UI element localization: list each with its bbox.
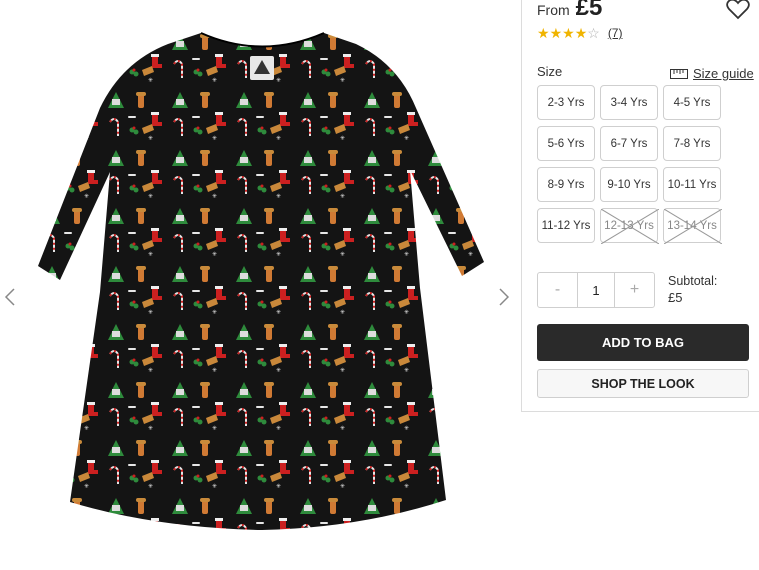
chevron-right-icon xyxy=(499,288,510,306)
quantity-input[interactable]: 1 xyxy=(577,273,615,307)
subtotal: Subtotal: £5 xyxy=(668,274,717,305)
star-filled-icon: ★ xyxy=(562,25,575,41)
size-option[interactable]: 11-12 Yrs xyxy=(537,208,595,243)
size-option[interactable]: 8-9 Yrs xyxy=(537,167,595,202)
star-empty-icon: ☆ xyxy=(587,25,600,41)
product-purchase-panel: From £5 ★ ★ ★ ★ ☆ (7) Size Size guide 2-… xyxy=(521,0,759,412)
cross-out-icon xyxy=(664,209,722,244)
product-image: ✳ xyxy=(38,32,484,530)
size-option[interactable]: 10-11 Yrs xyxy=(663,167,721,202)
price-prefix: From xyxy=(537,2,570,18)
next-image-arrow[interactable] xyxy=(496,285,512,309)
size-option[interactable]: 4-5 Yrs xyxy=(663,85,721,120)
size-option[interactable]: 5-6 Yrs xyxy=(537,126,595,161)
subtotal-label: Subtotal: xyxy=(668,274,718,288)
size-guide-link[interactable]: Size guide xyxy=(670,66,754,81)
review-count-link[interactable]: (7) xyxy=(608,26,623,40)
add-to-bag-button[interactable]: ADD TO BAG xyxy=(537,324,749,361)
size-label: Size xyxy=(537,64,563,79)
wishlist-button[interactable] xyxy=(726,0,750,20)
quantity-increase-button[interactable]: + xyxy=(615,273,654,307)
previous-image-arrow[interactable] xyxy=(2,285,18,309)
quantity-stepper: - 1 + xyxy=(537,272,655,308)
size-option[interactable]: 7-8 Yrs xyxy=(663,126,721,161)
shop-the-look-button[interactable]: SHOP THE LOOK xyxy=(537,369,749,398)
quantity-decrease-button[interactable]: - xyxy=(538,273,577,307)
star-filled-icon: ★ xyxy=(537,25,550,41)
star-filled-icon: ★ xyxy=(574,25,588,41)
product-price: £5 xyxy=(575,0,603,21)
size-option[interactable]: 6-7 Yrs xyxy=(600,126,658,161)
star-filled-icon: ★ xyxy=(549,25,563,41)
ruler-icon xyxy=(670,68,688,79)
size-option-unavailable[interactable]: 13-14 Yrs xyxy=(663,208,722,244)
product-page: ✳ From £5 ★ ★ ★ ★ ☆ xyxy=(0,0,759,570)
subtotal-value: £5 xyxy=(668,290,683,305)
product-image-gallery: ✳ xyxy=(0,0,521,570)
chevron-left-icon xyxy=(4,288,15,306)
rating: ★ ★ ★ ★ ☆ (7) xyxy=(537,26,622,40)
size-guide-label: Size guide xyxy=(693,66,754,81)
size-option-unavailable[interactable]: 12-13 Yrs xyxy=(600,208,659,244)
size-option[interactable]: 9-10 Yrs xyxy=(600,167,658,202)
size-option[interactable]: 2-3 Yrs xyxy=(537,85,595,120)
cross-out-icon xyxy=(601,209,659,244)
size-option[interactable]: 3-4 Yrs xyxy=(600,85,658,120)
heart-icon xyxy=(726,0,750,20)
price-row: From £5 xyxy=(537,0,602,22)
